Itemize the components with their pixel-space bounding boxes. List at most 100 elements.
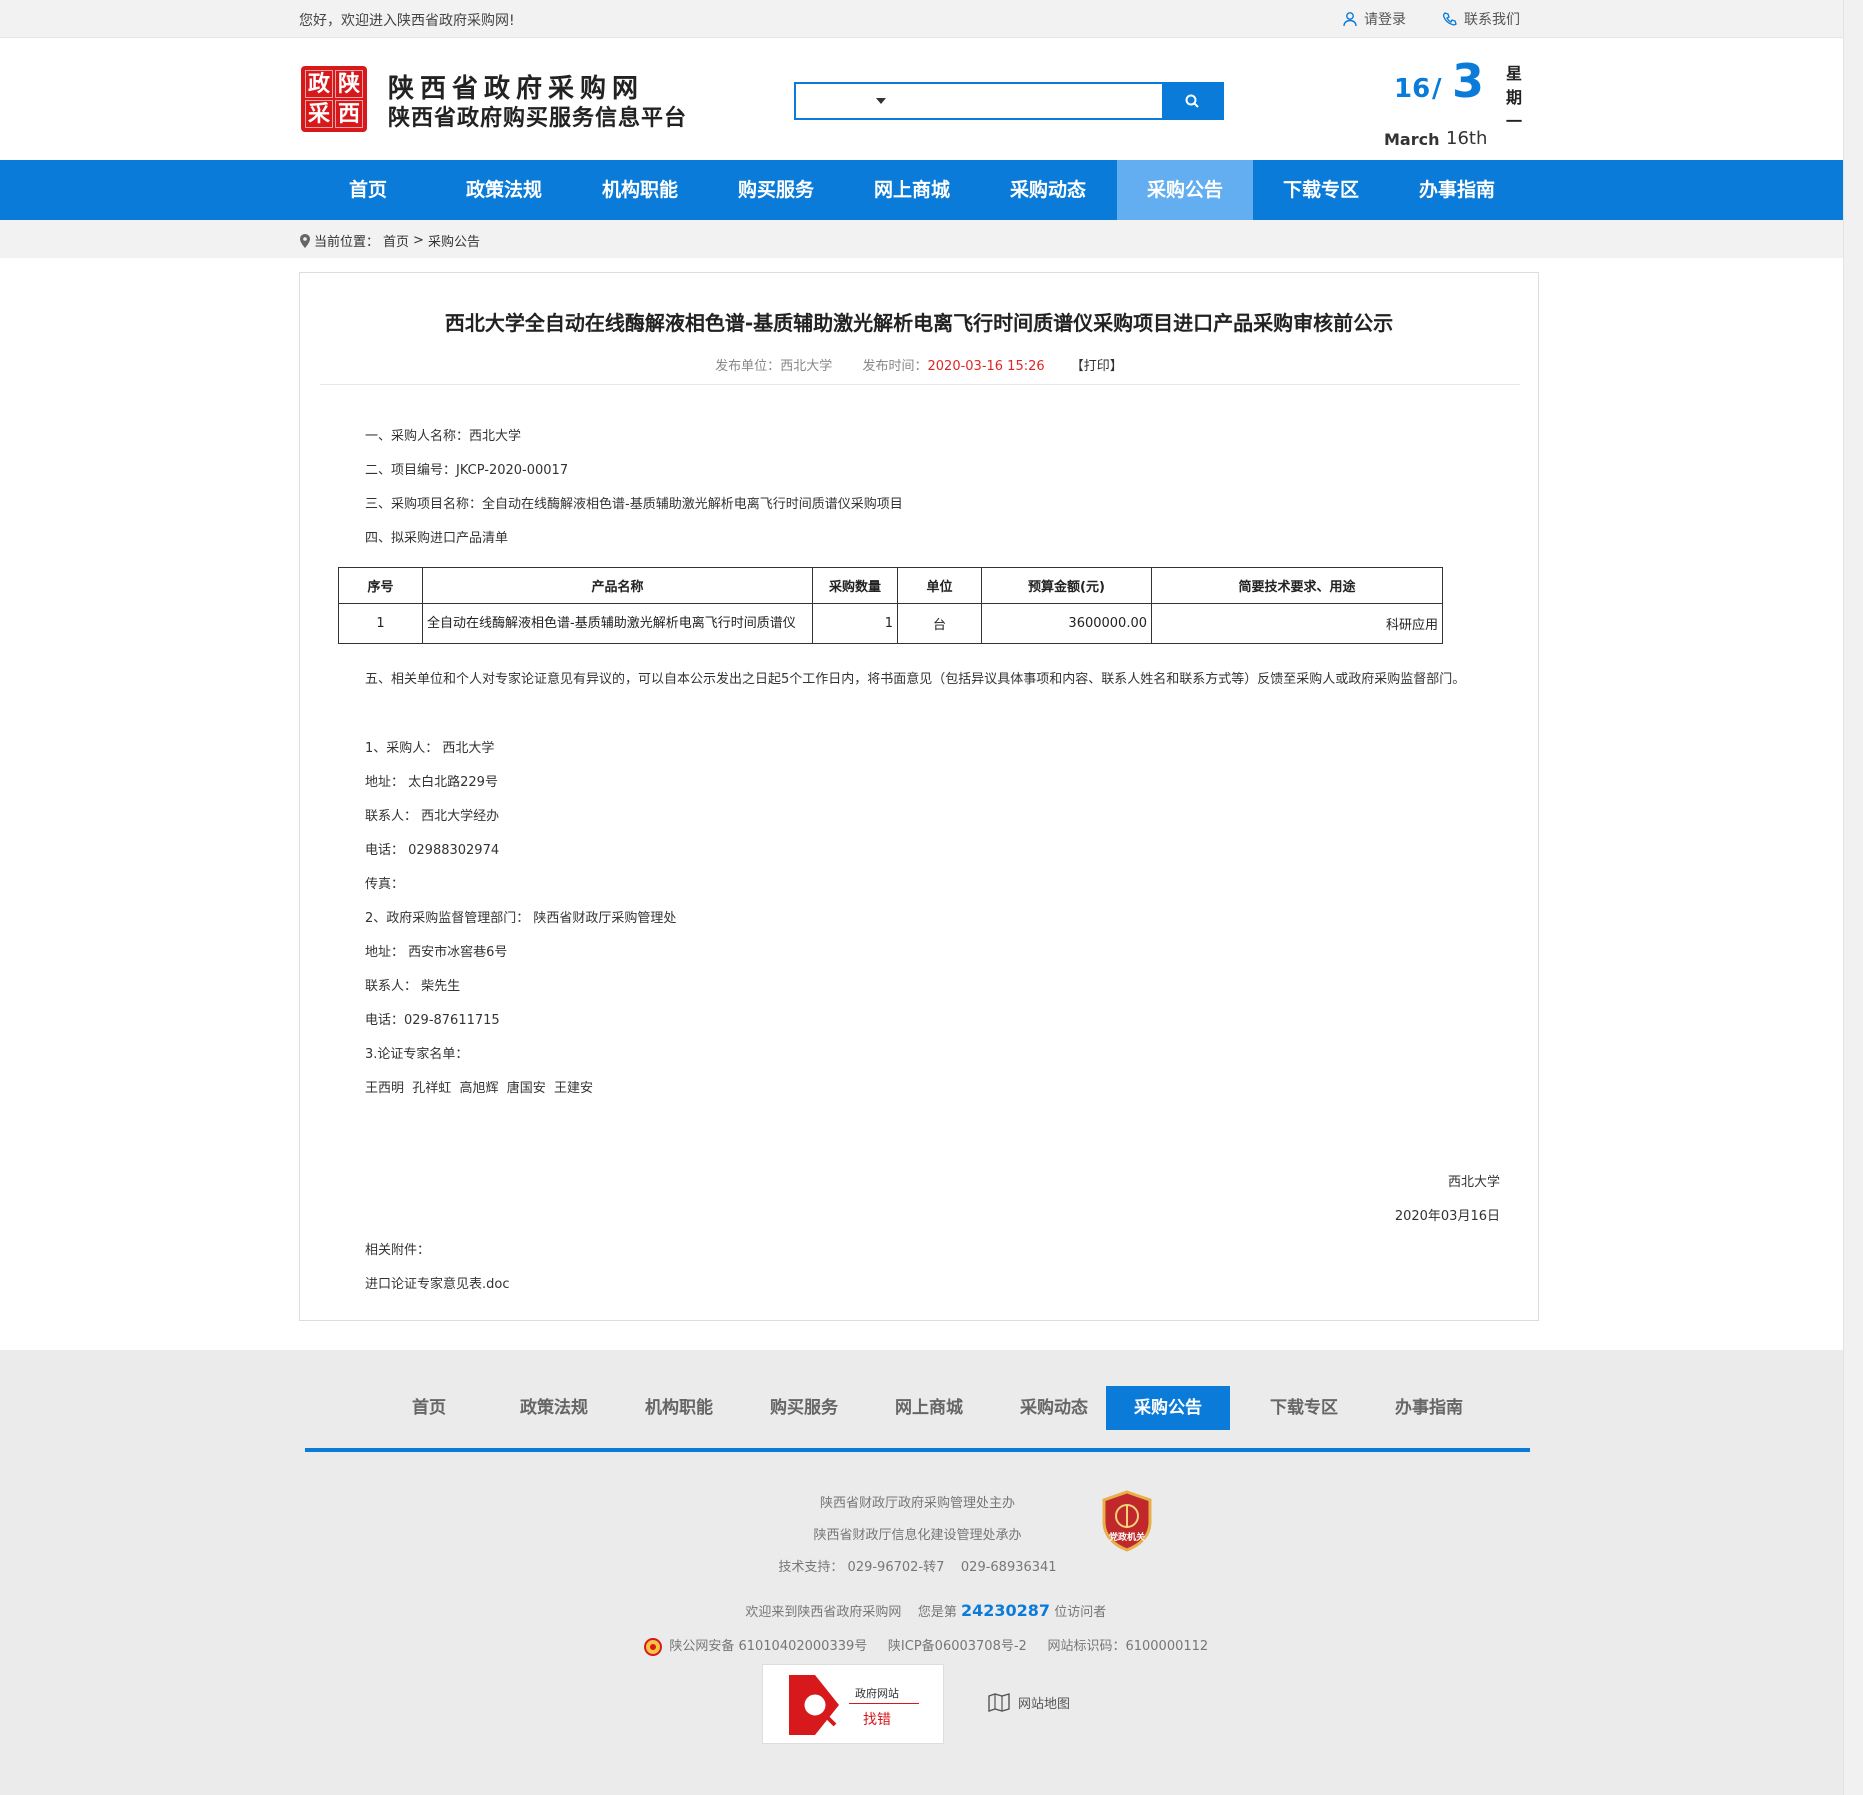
signature-org: 西北大学 <box>1447 1175 1500 1190</box>
contact-line: 1、采购人： 西北大学 <box>365 741 495 756</box>
zhaocuo-title: 政府网站 <box>855 1687 899 1700</box>
breadcrumb-current[interactable]: 采购公告 <box>428 231 480 250</box>
breadcrumb: 当前位置： 首页 > 采购公告 <box>300 231 480 250</box>
magnifier-icon <box>789 1675 839 1735</box>
publisher-label: 发布单位： <box>715 359 781 374</box>
footer-undertaker: 陕西省财政厅信息化建设管理处承办 <box>813 1528 1022 1543</box>
footer-nav-mall[interactable]: 网上商城 <box>867 1386 991 1430</box>
breadcrumb-label: 当前位置： <box>314 235 380 250</box>
header: 政 陕 采 西 陕西省政府采购网 陕西省政府购买服务信息平台 16 / 3 Ma… <box>0 38 1843 160</box>
footer-nav-agency[interactable]: 机构职能 <box>617 1386 741 1430</box>
footer-nav-policy[interactable]: 政策法规 <box>492 1386 616 1430</box>
location-pin-icon <box>300 233 310 248</box>
date-month-number: 3 <box>1452 54 1485 108</box>
print-button[interactable]: 【打印】 <box>1071 359 1123 374</box>
breadcrumb-bar: 当前位置： 首页 > 采购公告 <box>0 220 1843 258</box>
footer-organizer: 陕西省财政厅政府采购管理处主办 <box>819 1496 1015 1511</box>
table-header: 单位 <box>897 567 982 604</box>
table-cell: 科研应用 <box>1151 603 1443 644</box>
chevron-down-icon <box>876 98 886 104</box>
sitemap-link[interactable]: 网站地图 <box>988 1692 1070 1712</box>
footer-nav-services[interactable]: 购买服务 <box>742 1386 866 1430</box>
nav-item-home[interactable]: 首页 <box>300 160 436 220</box>
footer-nav-guide[interactable]: 办事指南 <box>1367 1386 1491 1430</box>
gov-site-error-report[interactable]: 政府网站 找错 <box>762 1664 944 1744</box>
footer-tech-support: 技术支持： 029-96702-转7 029-68936341 <box>778 1560 1057 1575</box>
nav-item-policy[interactable]: 政策法规 <box>436 160 572 220</box>
date-month-name: March <box>1384 130 1440 149</box>
beian-text: 陕公网安备 61010402000339号 陕ICP备06003708号-2 网… <box>669 1639 1209 1654</box>
table-cell: 3600000.00 <box>981 603 1152 644</box>
login-label: 请登录 <box>1364 12 1406 28</box>
nav-item-services[interactable]: 购买服务 <box>708 160 844 220</box>
visitor-suffix: 位访问者 <box>1050 1605 1107 1620</box>
site-logo[interactable]: 政 陕 采 西 <box>301 66 367 132</box>
paragraph: 二、项目编号：JKCP-2020-00017 <box>365 463 569 478</box>
contact-line: 传真： <box>365 877 405 892</box>
page-scrollbar[interactable] <box>1843 0 1863 1795</box>
table-header: 预算金额(元) <box>981 567 1152 604</box>
sitemap-label: 网站地图 <box>1018 1696 1071 1712</box>
divider <box>320 384 1520 385</box>
login-link[interactable]: 请登录 <box>1342 9 1406 29</box>
nav-item-agency[interactable]: 机构职能 <box>572 160 708 220</box>
search-box <box>794 82 1224 120</box>
table-cell: 全自动在线酶解液相色谱-基质辅助激光解析电离飞行时间质谱仪 <box>422 603 813 644</box>
nav-item-downloads[interactable]: 下载专区 <box>1253 160 1389 220</box>
footer-divider <box>305 1448 1530 1452</box>
table-header: 采购数量 <box>812 567 898 604</box>
nav-item-mall[interactable]: 网上商城 <box>844 160 980 220</box>
search-button[interactable] <box>1162 84 1222 118</box>
expert-names: 王西明 孔祥虹 高旭辉 唐国安 王建安 <box>365 1081 594 1096</box>
user-icon <box>1343 12 1357 27</box>
paragraph: 四、拟采购进口产品清单 <box>365 531 509 546</box>
table-cell: 1 <box>812 603 898 644</box>
table-header: 序号 <box>338 567 423 604</box>
date-day-name: 16th <box>1446 128 1488 149</box>
nav-item-news[interactable]: 采购动态 <box>980 160 1116 220</box>
date-slash: / <box>1432 74 1442 104</box>
contact-link[interactable]: 联系我们 <box>1442 9 1520 29</box>
table-header: 产品名称 <box>422 567 813 604</box>
table-row: 1 全自动在线酶解液相色谱-基质辅助激光解析电离飞行时间质谱仪 1 台 3600… <box>338 603 1443 644</box>
footer-nav-home[interactable]: 首页 <box>367 1386 491 1430</box>
badge-label: 党政机关 <box>1108 1533 1145 1543</box>
map-icon <box>988 1693 1010 1712</box>
zhaocuo-label: 找错 <box>863 1712 891 1728</box>
logo-char: 陕 <box>335 70 363 98</box>
date-day: 16 <box>1394 74 1431 104</box>
attachment-label: 相关附件： <box>365 1243 431 1258</box>
attachment-link[interactable]: 进口论证专家意见表.doc <box>365 1273 510 1292</box>
contact-line: 地址： 西安市冰窖巷6号 <box>365 945 508 960</box>
time-label: 发布时间： <box>862 359 928 374</box>
search-input[interactable] <box>892 84 1162 118</box>
search-category-select[interactable] <box>796 84 892 118</box>
footer-nav-downloads[interactable]: 下载专区 <box>1242 1386 1366 1430</box>
table-cell: 1 <box>338 603 423 644</box>
party-gov-badge[interactable]: 党政机关 <box>1100 1490 1154 1552</box>
nav-item-announcements[interactable]: 采购公告 <box>1117 160 1253 220</box>
paragraph: 一、采购人名称：西北大学 <box>365 429 522 444</box>
nav-item-guide[interactable]: 办事指南 <box>1389 160 1525 220</box>
weekday-char: 一 <box>1505 112 1522 131</box>
visitor-prefix: 欢迎来到陕西省政府采购网 您是第 <box>745 1605 961 1620</box>
footer-nav-announcements[interactable]: 采购公告 <box>1106 1386 1230 1430</box>
product-table: 序号 产品名称 采购数量 单位 预算金额(元) 简要技术要求、用途 1 全自动在… <box>338 567 1443 644</box>
date-display: 16 / 3 March 16th <box>1380 54 1520 149</box>
phone-icon <box>1442 12 1457 26</box>
weekday-char: 星 <box>1505 64 1522 83</box>
article-card: 西北大学全自动在线酶解液相色谱-基质辅助激光解析电离飞行时间质谱仪采购项目进口产… <box>299 272 1539 1321</box>
contact-line: 联系人： 柴先生 <box>365 979 461 994</box>
welcome-text: 您好，欢迎进入陕西省政府采购网! <box>299 13 515 29</box>
footer: 首页 政策法规 机构职能 购买服务 网上商城 采购动态 采购公告 下载专区 办事… <box>0 1350 1843 1795</box>
breadcrumb-home[interactable]: 首页 <box>383 231 409 250</box>
footer-nav-news[interactable]: 采购动态 <box>992 1386 1116 1430</box>
visitor-count: 24230287 <box>961 1601 1051 1620</box>
top-bar: 您好，欢迎进入陕西省政府采购网! 请登录 联系我们 <box>0 0 1843 38</box>
article-meta: 发布单位：西北大学 发布时间：2020-03-16 15:26 【打印】 <box>300 355 1538 374</box>
main-nav: 首页 政策法规 机构职能 购买服务 网上商城 采购动态 采购公告 下载专区 办事… <box>0 160 1843 220</box>
signature-date: 2020年03月16日 <box>1394 1209 1500 1224</box>
publish-time: 2020-03-16 15:26 <box>927 359 1045 374</box>
objection-paragraph: 五、相关单位和个人对专家论证意见有异议的，可以自本公示发出之日起5个工作日内，将… <box>365 672 1466 687</box>
paragraph: 三、采购项目名称：全自动在线酶解液相色谱-基质辅助激光解析电离飞行时间质谱仪采购… <box>365 497 903 512</box>
